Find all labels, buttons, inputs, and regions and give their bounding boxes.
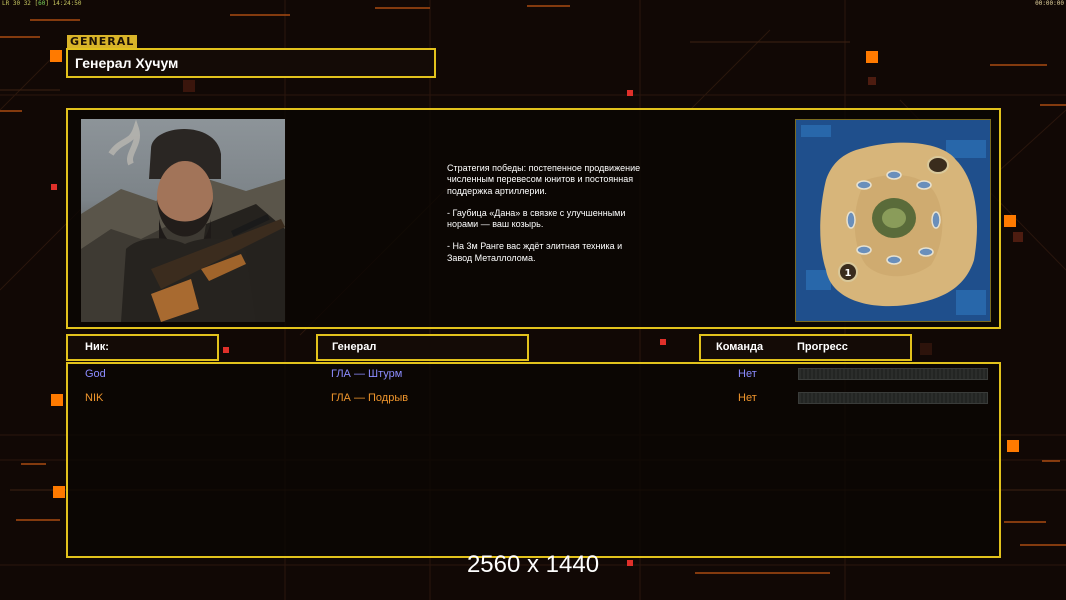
status-clock: 14:24:50 (52, 0, 82, 7)
status-values: 30 32 (12, 0, 31, 7)
resolution-label: 2560 x 1440 (466, 551, 600, 578)
column-header-team: Команда (716, 341, 764, 353)
status-readout-right: 00:00:00 (1035, 0, 1064, 7)
map-preview: 1 (795, 119, 991, 322)
player-row: God ГЛА — Штурм Нет (68, 366, 999, 382)
status-prefix: LR (2, 0, 10, 7)
column-header-progress: Прогресс (797, 341, 848, 353)
briefing-paragraph-3: - На 3м Ранге вас ждёт элитная техника и… (447, 241, 623, 263)
start-position-1: 1 (845, 268, 852, 279)
player-team: Нет (738, 392, 757, 404)
player-progress-bar (798, 368, 988, 380)
briefing-paragraph-2: - Гаубица «Дана» в связке с улучшенными … (447, 207, 626, 230)
player-progress-bar (798, 392, 988, 404)
column-header-team-progress: Команда Прогресс (699, 334, 912, 361)
player-row: NIK ГЛА — Подрыв Нет (68, 390, 999, 406)
general-portrait (81, 119, 285, 322)
page-title: Генерал Хучум (66, 48, 436, 78)
player-nick: NIK (85, 392, 104, 404)
briefing-text: Стратегия победы: постепенное продвижени… (447, 163, 647, 275)
player-nick: God (85, 368, 106, 380)
column-header-general: Генерал (316, 334, 529, 361)
column-header-nick: Ник: (66, 334, 219, 361)
player-general: ГЛА — Штурм (331, 368, 403, 380)
player-team: Нет (738, 368, 757, 380)
fps-counter: 60 (38, 0, 46, 7)
general-tag: GENERAL (67, 35, 138, 48)
player-general: ГЛА — Подрыв (331, 392, 409, 404)
briefing-paragraph-1: Стратегия победы: постепенное продвижени… (447, 163, 641, 196)
status-readout-left: LR 30 32 [60] 14:24:50 (2, 0, 82, 7)
briefing-panel: Стратегия победы: постепенное продвижени… (66, 108, 1001, 329)
players-panel: God ГЛА — Штурм Нет NIK ГЛА — Подрыв Нет (66, 362, 1001, 558)
